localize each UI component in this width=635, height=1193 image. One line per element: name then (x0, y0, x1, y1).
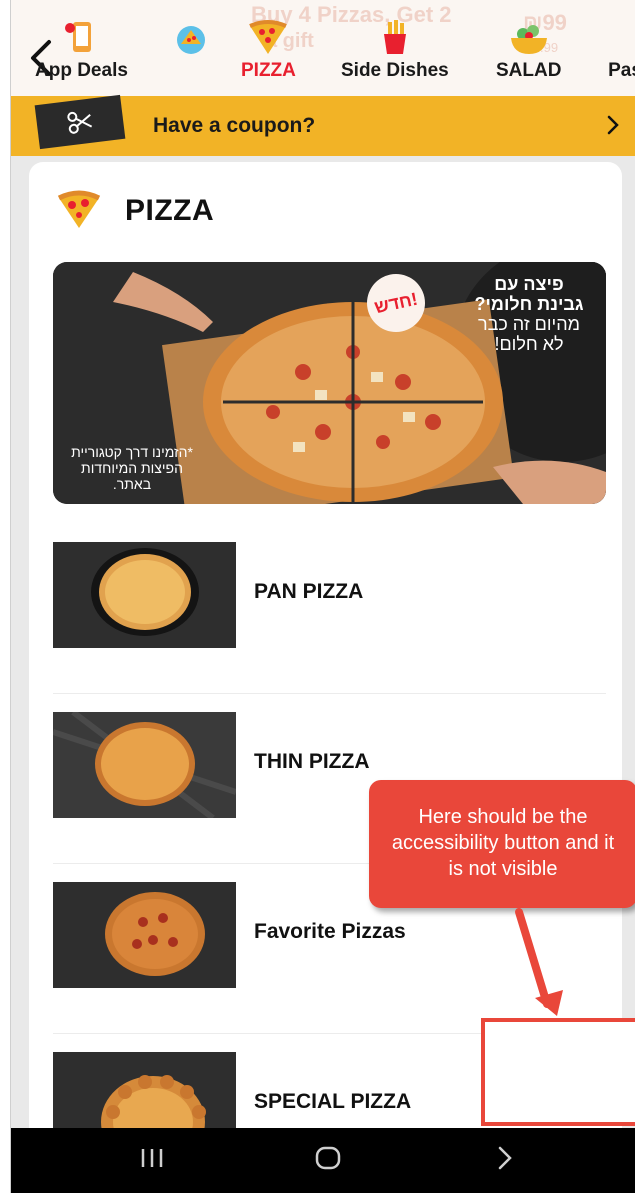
category-pizza-globe[interactable] (171, 18, 211, 60)
chevron-right-icon (607, 115, 619, 135)
item-label: Favorite Pizzas (254, 920, 406, 943)
recent-apps-icon[interactable] (139, 1144, 165, 1172)
category-app-deals[interactable]: App Deals (35, 18, 128, 82)
category-bar: Buy 4 Pizzas, Get 2 a gift ₪99 ₪.99 App … (11, 0, 635, 96)
promo-banner[interactable]: חדש! פיצה עם גבינת חלומי? מהיום זה כבר ל… (53, 262, 606, 504)
item-label: THIN PIZZA (254, 750, 370, 773)
favorite-pizzas-thumbnail (53, 882, 236, 988)
pasta-icon (605, 18, 635, 56)
category-label: App Deals (35, 60, 128, 81)
category-label: Pas (608, 60, 635, 81)
system-nav-bar (11, 1128, 635, 1193)
coupon-ticket (34, 94, 126, 150)
thin-pizza-thumbnail (53, 712, 236, 818)
category-label: PIZZA (241, 60, 296, 81)
missing-accessibility-button-area (481, 1018, 635, 1126)
home-icon[interactable] (313, 1144, 343, 1172)
fries-box-icon (383, 20, 406, 54)
banner-headline-bold: פיצה עם גבינת חלומי? (474, 274, 584, 314)
pizza-slice-icon (57, 190, 101, 228)
app-frame: Buy 4 Pizzas, Get 2 a gift ₪99 ₪.99 App … (10, 0, 635, 1193)
pan-pizza-thumbnail (53, 542, 236, 648)
list-item-pan-pizza[interactable]: PAN PIZZA (53, 524, 606, 694)
category-pasta[interactable]: Pas (605, 18, 635, 82)
pizza-slice-icon (249, 20, 288, 54)
coupon-bar[interactable]: Have a coupon? (11, 94, 635, 156)
category-pizza[interactable]: PIZZA (241, 18, 296, 82)
category-salad[interactable]: SALAD (496, 18, 561, 82)
category-label: Side Dishes (341, 60, 449, 81)
salad-bowl-icon (510, 25, 547, 54)
banner-footnote: *הזמינו דרך קטגוריית הפיצות המיוחדות באת… (71, 444, 193, 492)
category-label: SALAD (496, 60, 562, 81)
section-title: PIZZA (125, 194, 215, 227)
annotation-callout: Here should be the accessibility button … (369, 780, 635, 908)
category-side-dishes[interactable]: Side Dishes (341, 18, 449, 82)
menu-card: PIZZA חדש! פיצה עם גבינת חלומי? מהיום זה… (29, 162, 622, 1158)
phone-deals-icon (65, 22, 92, 52)
banner-headline-sub: מהיום זה כבר לא חלום! (477, 314, 581, 354)
back-nav-icon[interactable] (495, 1144, 515, 1172)
item-label: SPECIAL PIZZA (254, 1090, 412, 1113)
pizza-globe-icon (177, 26, 205, 54)
banner-headline: פיצה עם גבינת חלומי? מהיום זה כבר לא חלו… (474, 274, 584, 354)
item-label: PAN PIZZA (254, 580, 364, 603)
scissors-icon (67, 111, 93, 134)
coupon-label: Have a coupon? (153, 114, 316, 137)
